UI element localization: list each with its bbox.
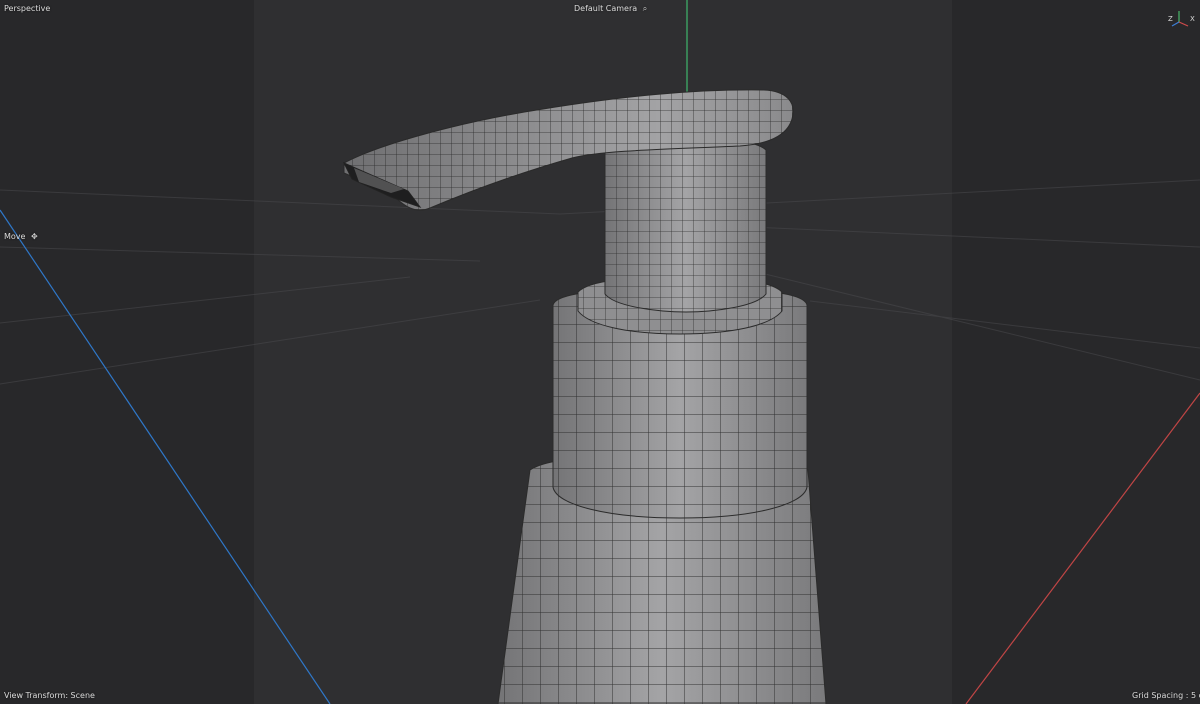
gizmo-x-axis-icon [1178, 21, 1189, 27]
move-tool-text: Move [4, 232, 26, 241]
axis-gizmo[interactable]: Z X [1162, 9, 1196, 33]
view-transform-label: View Transform: Scene [4, 691, 95, 700]
viewport-mode-label[interactable]: Perspective [4, 4, 50, 14]
gizmo-z-label: Z [1168, 15, 1173, 23]
gizmo-x-label: X [1190, 15, 1195, 23]
camera-icon: ⌕ [642, 4, 648, 13]
move-icon: ✥ [31, 232, 38, 241]
camera-selector[interactable]: Default Camera ⌕ [574, 4, 647, 14]
3d-viewport[interactable]: Perspective Default Camera ⌕ Move ✥ View… [0, 0, 1200, 704]
camera-name: Default Camera [574, 4, 638, 13]
x-axis-line [965, 392, 1200, 704]
pump-stem-grid [605, 137, 766, 312]
scene-render[interactable] [0, 0, 1200, 704]
z-axis-line [0, 209, 331, 704]
grid-spacing-label: Grid Spacing : 5 cm [1132, 691, 1200, 700]
active-tool-label: Move ✥ [4, 232, 38, 242]
gizmo-z-axis-icon [1171, 21, 1180, 27]
